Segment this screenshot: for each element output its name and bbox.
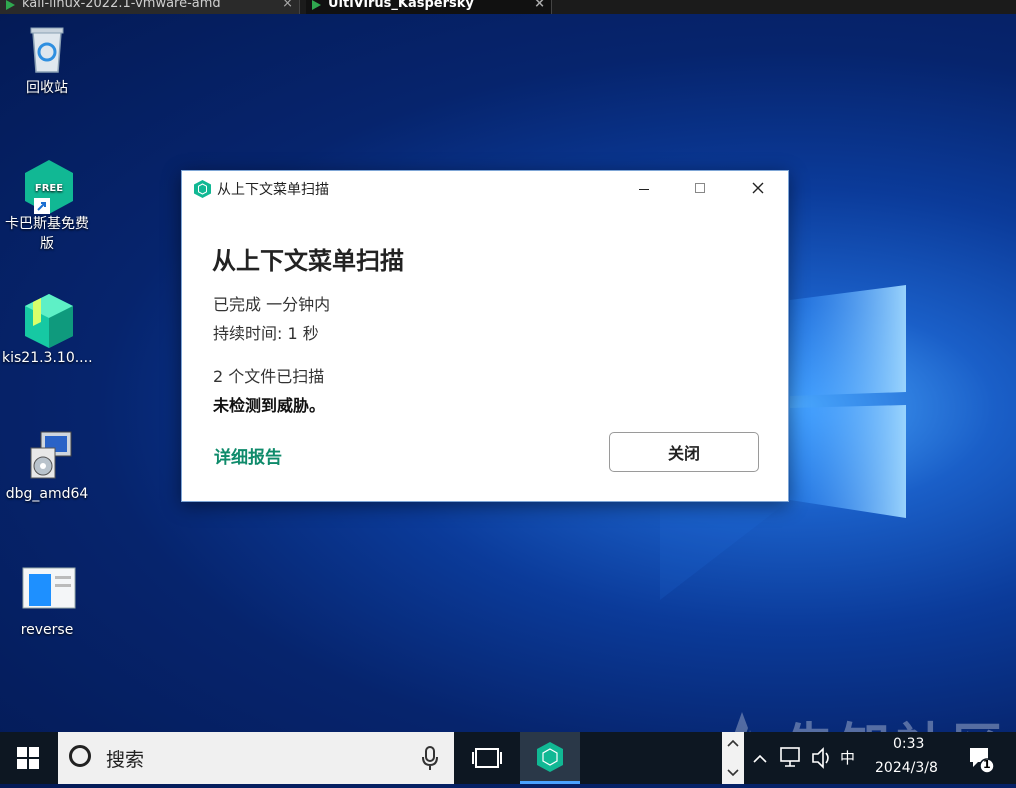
- windows-logo-icon: [17, 747, 39, 769]
- scroll-arrows-icon: [727, 739, 739, 777]
- kaspersky-app-icon: [537, 742, 563, 772]
- scan-duration: 持续时间: 1 秒: [213, 324, 319, 343]
- kaspersky-free-icon: FREE: [21, 158, 73, 214]
- desktop-icon-recycle-bin[interactable]: 回收站: [2, 22, 92, 98]
- detailed-report-link[interactable]: 详细报告: [214, 443, 282, 468]
- taskbar: 搜索 中 0:33 2024/3/8 1: [0, 732, 1016, 784]
- kaspersky-shield-icon: [194, 180, 211, 198]
- package-icon: [21, 292, 73, 348]
- ime-indicator[interactable]: 中: [840, 747, 855, 768]
- search-placeholder: 搜索: [106, 749, 145, 771]
- desktop-icon-label: dbg_amd64: [5, 486, 89, 502]
- notification-count: 1: [983, 758, 991, 771]
- desktop-icon-reverse[interactable]: reverse: [2, 564, 92, 640]
- completed-status: 已完成 一分钟内: [213, 295, 331, 314]
- cortana-icon: [69, 745, 91, 767]
- clock-date[interactable]: 2024/3/8: [875, 760, 938, 776]
- desktop-icon-kis-installer[interactable]: kis21.3.10....: [2, 292, 93, 368]
- microphone-icon[interactable]: [420, 745, 440, 771]
- task-view-icon[interactable]: [466, 742, 508, 774]
- clock-time[interactable]: 0:33: [893, 736, 924, 752]
- action-center-button[interactable]: 1: [966, 744, 995, 774]
- installer-icon: [21, 428, 73, 480]
- close-icon: [752, 182, 764, 194]
- chevron-up-icon[interactable]: [750, 732, 770, 784]
- dialog-heading: 从上下文菜单扫描: [212, 247, 404, 275]
- taskbar-kaspersky-app[interactable]: [520, 732, 580, 784]
- recycle-bin-icon: [21, 22, 73, 74]
- desktop-icon-kaspersky-free[interactable]: FREE 卡巴斯基免费版: [2, 158, 92, 254]
- minimize-button[interactable]: [616, 171, 672, 207]
- files-scanned: 2 个文件已扫描: [213, 367, 325, 386]
- svg-text:FREE: FREE: [35, 183, 63, 194]
- close-button[interactable]: 关闭: [609, 432, 759, 472]
- volume-icon[interactable]: [810, 732, 834, 784]
- dialog-titlebar[interactable]: 从上下文菜单扫描: [182, 171, 788, 207]
- desktop-icon-label: 回收站: [26, 80, 68, 96]
- dialog-title: 从上下文菜单扫描: [217, 182, 329, 198]
- start-button[interactable]: [0, 732, 56, 784]
- maximize-button[interactable]: [672, 171, 728, 207]
- close-window-button[interactable]: [730, 171, 786, 207]
- scan-result-dialog: 从上下文菜单扫描 从上下文菜单扫描 已完成 一分钟内 持续时间: 1 秒 2 个…: [181, 170, 789, 502]
- threat-result: 未检测到威胁。: [213, 396, 326, 415]
- desktop-icon-label: 卡巴斯基免费版: [5, 216, 89, 252]
- tray-scroll-buttons[interactable]: [722, 732, 744, 784]
- search-box[interactable]: 搜索: [58, 732, 454, 784]
- executable-icon: [21, 564, 76, 616]
- desktop-icon-label: reverse: [20, 622, 74, 638]
- desktop-icon-dbg-amd64[interactable]: dbg_amd64: [2, 428, 92, 504]
- network-icon[interactable]: [778, 732, 802, 784]
